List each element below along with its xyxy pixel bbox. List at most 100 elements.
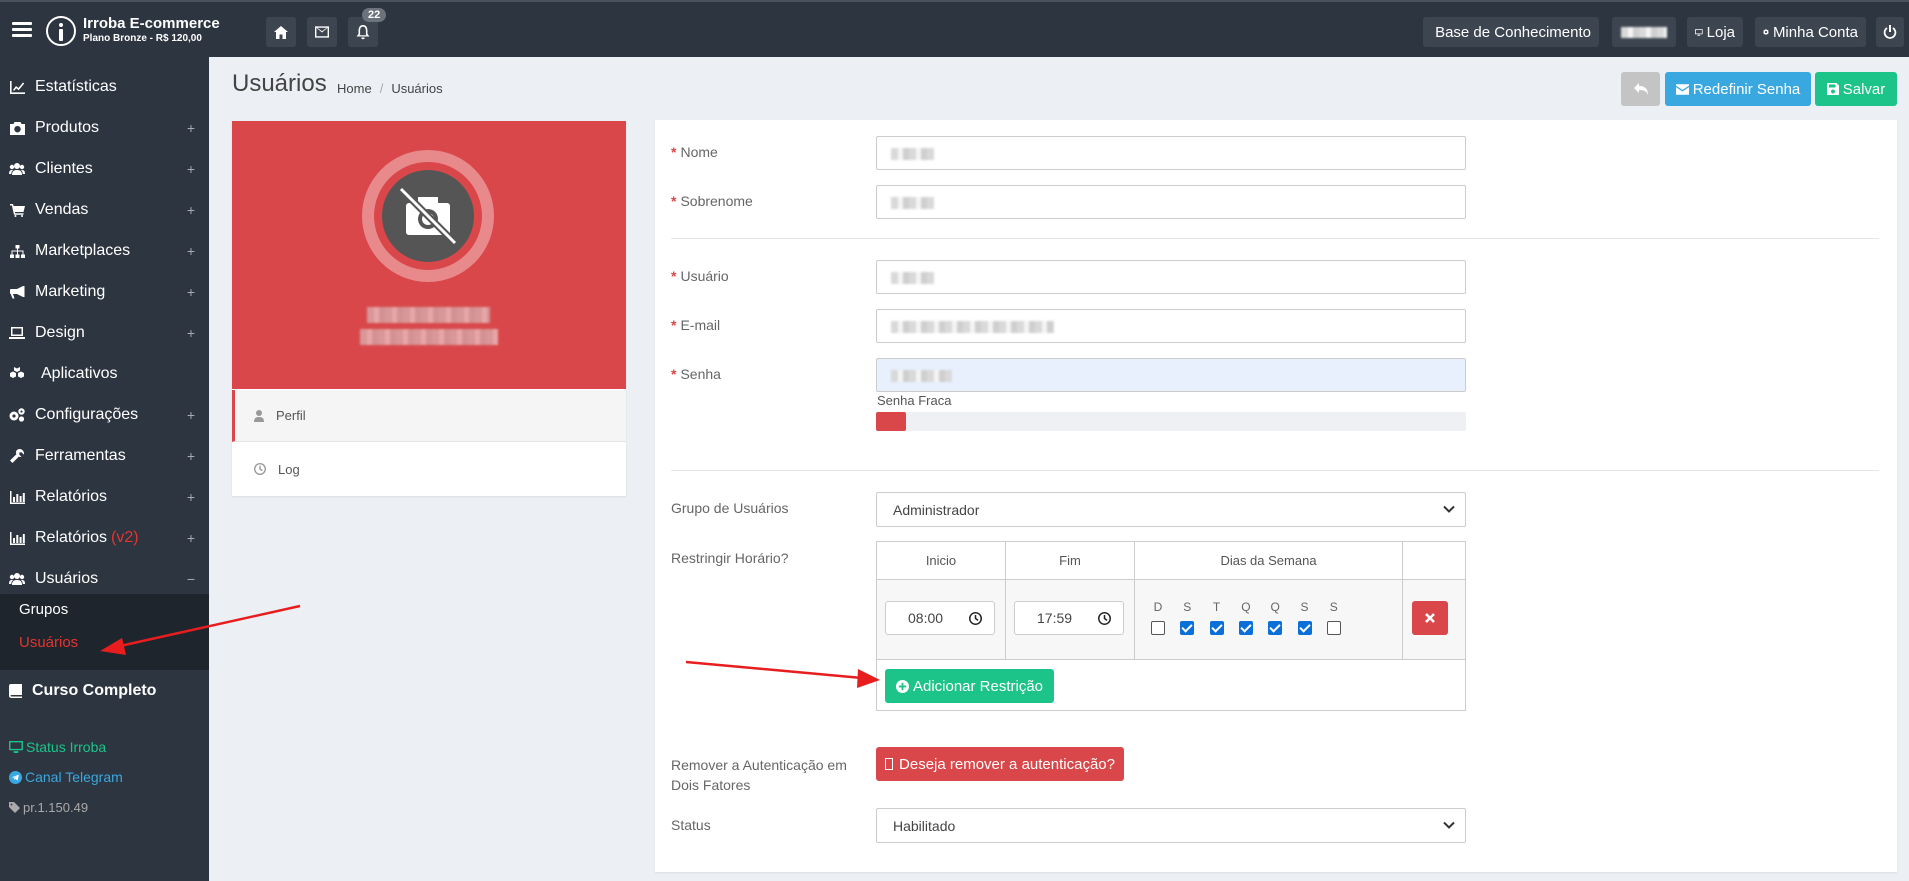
floppy-icon [1826,83,1839,95]
version-tag: pr.1.150.49 [9,800,88,815]
submenu-item-usuarios[interactable]: Usuários [19,634,78,651]
email-input[interactable] [876,309,1466,343]
tab-perfil[interactable]: Perfil [232,390,626,442]
group-label: Grupo de Usuários [671,500,789,516]
laptop-icon [9,326,25,340]
plus-circle-icon [895,679,909,693]
weekday-letter: S [1300,600,1309,614]
version-label: pr.1.150.49 [23,800,89,815]
actions-cell [1403,580,1465,660]
sidebar-item-configuracoes[interactable]: Configurações + [0,395,209,435]
name-input[interactable] [876,136,1466,170]
home-icon [274,25,288,39]
restrict-label: Restringir Horário? [671,550,789,566]
knowledge-base-button[interactable]: Base de Conhecimento [1423,17,1599,47]
weekday-checkbox[interactable] [1268,621,1283,635]
email-value-redacted [891,321,1054,333]
sidebar-item-aplicativos[interactable]: Aplicativos [0,354,209,394]
reset-password-button[interactable]: Redefinir Senha [1665,72,1811,106]
telegram-link[interactable]: Canal Telegram [9,769,123,785]
add-restriction-button[interactable]: Adicionar Restrição [885,669,1054,703]
col-actions-header [1403,542,1465,580]
weekday-checkbox[interactable] [1326,621,1341,635]
envelope-icon [1675,83,1689,95]
user-group-select[interactable]: Administrador [876,492,1466,527]
status-select[interactable]: Habilitado [876,808,1466,843]
envelope-icon [315,26,329,38]
sidebar-item-clientes[interactable]: Clientes + [0,149,209,189]
tab-log[interactable]: Log [232,443,626,495]
wrench-icon [9,449,25,463]
status-irroba-link[interactable]: Status Irroba [9,739,106,755]
sidebar-item-design[interactable]: Design + [0,313,209,353]
divider [671,470,1879,471]
collapse-minus-icon: − [186,571,195,587]
notifications-badge: 22 [362,8,387,22]
clock-icon [969,612,982,625]
password-input[interactable] [876,358,1466,392]
back-button[interactable] [1621,72,1660,106]
col-end-header: Fim [1006,542,1135,580]
weekday-letter: D [1153,600,1163,614]
email-label: * E-mail [671,317,721,333]
weekday-letter: S [1329,600,1338,614]
messages-button[interactable] [307,17,337,47]
sidebar-item-produtos[interactable]: Produtos + [0,108,209,148]
save-button[interactable]: Salvar [1815,72,1897,106]
end-time-input[interactable]: 17:59 [1014,601,1124,635]
breadcrumb-home[interactable]: Home [337,81,372,96]
sidebar-item-marketplaces[interactable]: Marketplaces + [0,231,209,271]
sidebar-item-vendas[interactable]: Vendas + [0,190,209,230]
course-link[interactable]: Curso Completo [9,682,156,700]
weekday-checkbox[interactable] [1151,621,1165,635]
monitor-icon [9,741,23,753]
expand-plus-icon: + [186,530,195,546]
home-button[interactable] [266,17,296,47]
sidebar-item-label: Relatórios [35,529,108,546]
sidebar-item-relatorios[interactable]: Relatórios + [0,477,209,517]
remove-restriction-button[interactable] [1412,601,1448,635]
menu-toggle-icon[interactable] [12,22,32,38]
sitemap-icon [9,244,25,258]
start-time-input[interactable]: 08:00 [885,601,995,635]
sidebar-item-ferramentas[interactable]: Ferramentas + [0,436,209,476]
user-menu[interactable] [1612,17,1676,47]
remove-2fa-button[interactable]: Deseja remover a autenticação? [876,747,1124,781]
sidebar-item-marketing[interactable]: Marketing + [0,272,209,312]
weekday-checkbox[interactable] [1238,621,1253,635]
save-label: Salvar [1842,80,1886,98]
weekday-checkbox[interactable] [1180,621,1195,635]
status-label: Status [671,817,711,833]
account-button[interactable]: Minha Conta [1755,17,1866,47]
expand-plus-icon: + [186,284,195,300]
camera-icon [9,121,25,135]
user-form-panel: * Nome * Sobrenome * Usuário * E-mail * Senha… [655,120,1897,872]
expand-plus-icon: + [186,202,195,218]
submenu-item-grupos[interactable]: Grupos [19,601,68,618]
close-icon [1425,613,1435,623]
twofa-label: Remover a Autenticação em Dois Fatores [671,757,847,793]
tab-perfil-label: Perfil [276,408,306,423]
sidebar-item-estatisticas[interactable]: Estatísticas [0,67,209,107]
top-bar: Irroba E-commerce Plano Bronze - R$ 120,… [0,0,1909,57]
no-photo-icon [398,186,458,246]
sidebar-item-usuarios[interactable]: Usuários − [0,559,209,599]
surname-input[interactable] [876,185,1466,219]
sidebar-item-label: Configurações [35,406,139,423]
brand-title: Irroba E-commerce [83,15,220,32]
logout-button[interactable] [1876,17,1904,47]
expand-plus-icon: + [186,161,195,177]
sidebar-item-relatorios-v2[interactable]: Relatórios (v2) + [0,518,209,558]
sidebar-item-label: Ferramentas [35,447,126,464]
bar-chart-icon [9,490,25,504]
course-label: Curso Completo [32,682,157,699]
name-value-redacted [891,148,934,160]
weekday-letter: T [1212,600,1221,614]
weekday-checkbox[interactable] [1209,621,1224,635]
avatar[interactable] [362,150,494,282]
store-button[interactable]: Loja [1687,17,1743,47]
bullhorn-icon [9,285,25,299]
brand-plan: Plano Bronze - R$ 120,00 [83,33,202,44]
weekday-checkbox[interactable] [1297,621,1312,635]
username-input[interactable] [876,260,1466,294]
